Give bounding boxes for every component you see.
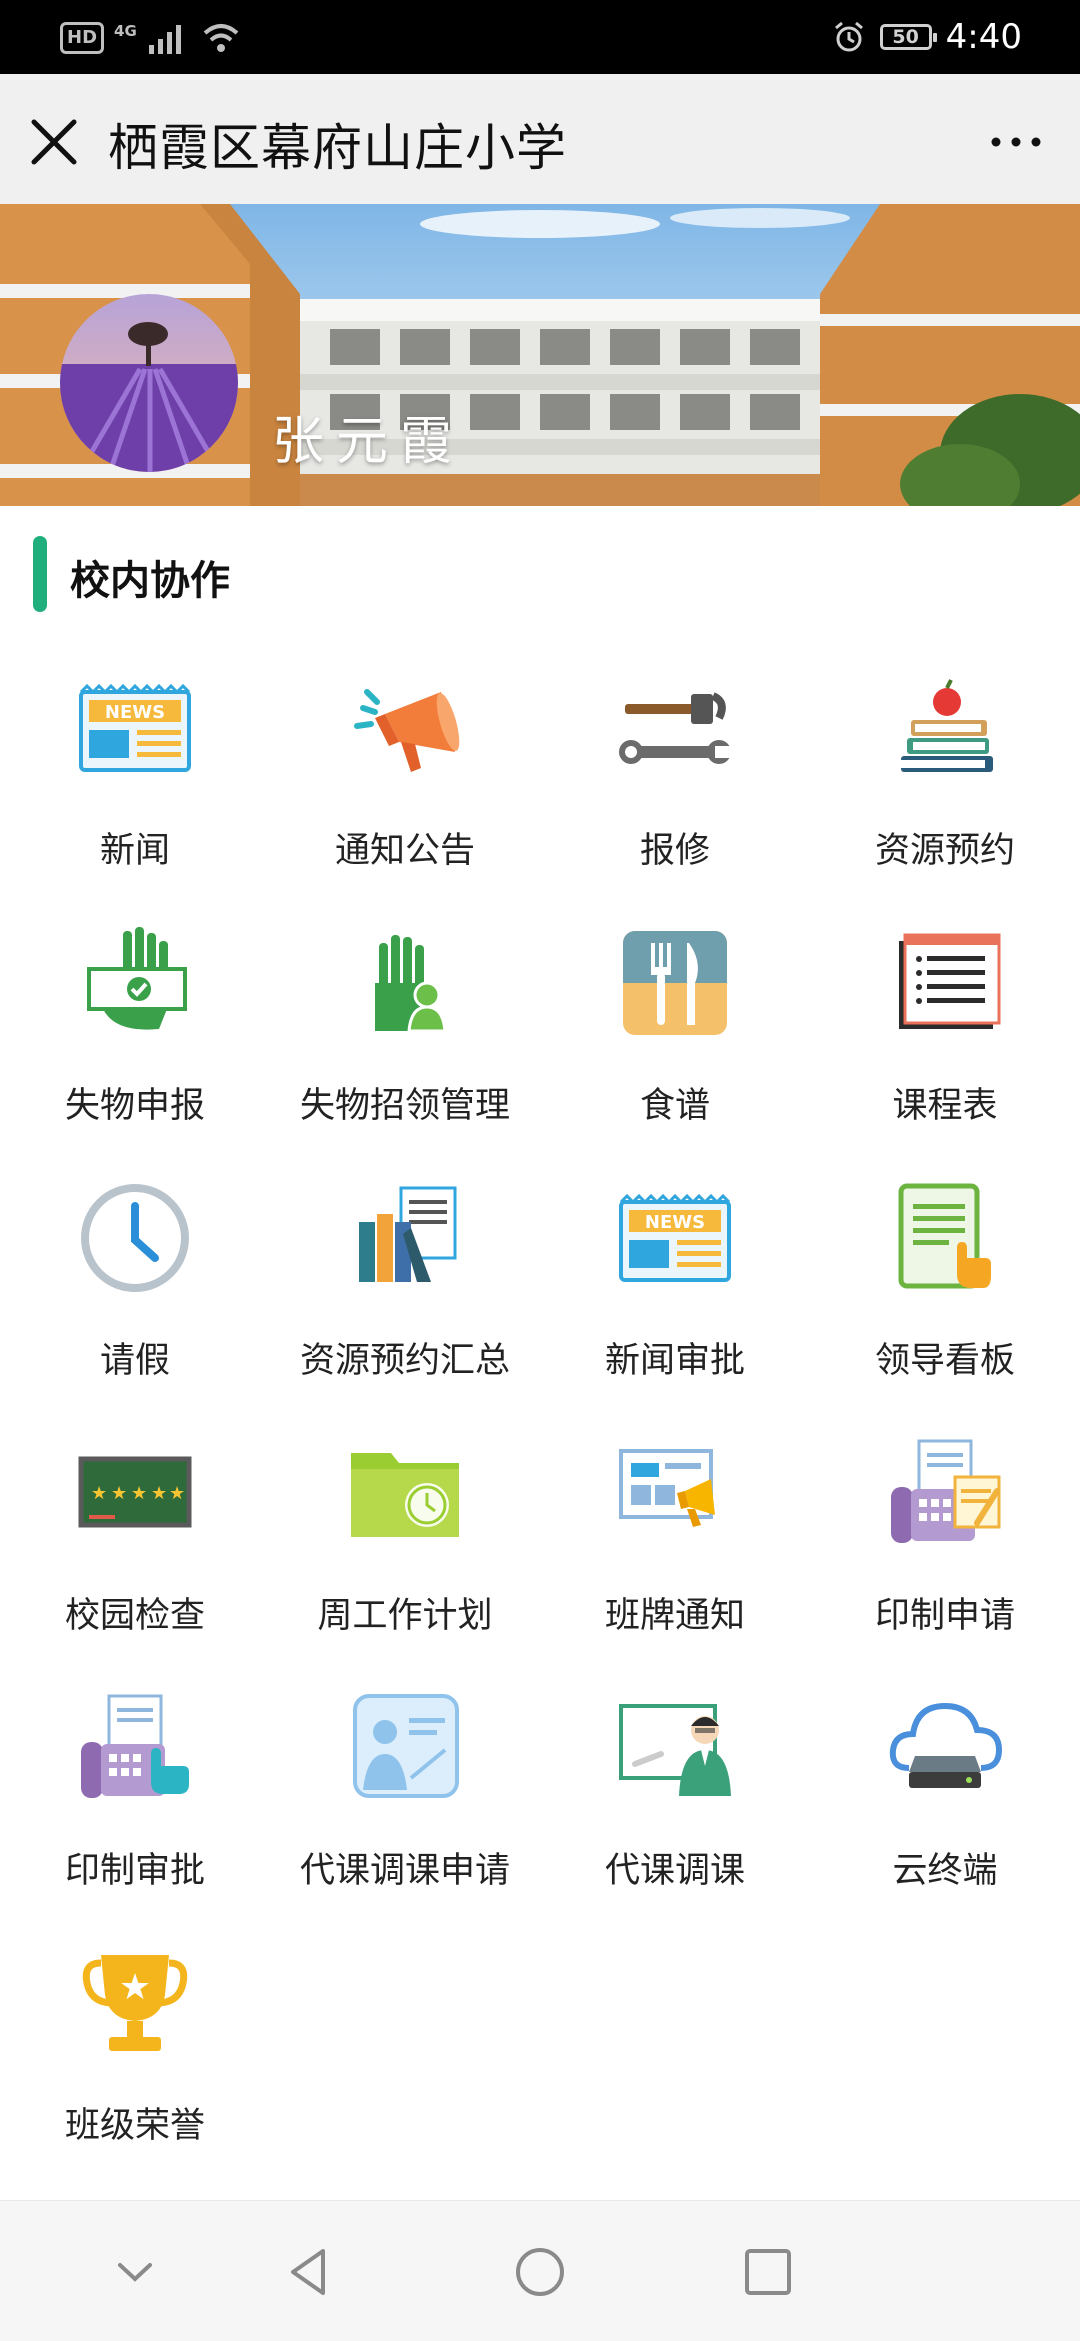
app-tile-menu[interactable]: 食谱 <box>540 905 810 1160</box>
signal-icon <box>148 25 181 54</box>
clock-icon <box>81 1184 189 1292</box>
hand-check-icon <box>87 927 187 1030</box>
app-label: 领导看板 <box>874 1341 1015 1381</box>
app-label: 课程表 <box>892 1086 998 1126</box>
app-tile-resource-booking[interactable]: 资源预约 <box>810 650 1080 905</box>
section-header: 校内协作 <box>0 506 1080 642</box>
status-left: HD 4G <box>60 18 241 58</box>
home-circle-icon[interactable] <box>505 2237 575 2307</box>
app-label: 印制申请 <box>874 1596 1015 1636</box>
avatar[interactable] <box>60 294 238 472</box>
close-icon[interactable] <box>26 114 82 170</box>
binders-document-icon <box>359 1186 457 1282</box>
back-triangle-icon[interactable] <box>275 2237 345 2307</box>
user-name: 张元霞 <box>272 412 465 472</box>
app-label: 代课调课申请 <box>299 1851 510 1891</box>
app-label: 资源预约汇总 <box>299 1341 510 1381</box>
app-tile-substitute[interactable]: 代课调课 <box>540 1670 810 1925</box>
app-tile-news-approval[interactable]: NEWS 新闻审批 <box>540 1160 810 1415</box>
app-label: 周工作计划 <box>317 1596 493 1636</box>
cloud-drive-icon <box>889 1702 1003 1788</box>
svg-text:NEWS: NEWS <box>645 1212 705 1233</box>
teacher-board-icon <box>619 1704 731 1796</box>
section-accent-bar <box>33 536 47 612</box>
clock: 4:40 <box>945 17 1022 57</box>
alarm-icon <box>834 21 863 52</box>
app-tile-campus-inspection[interactable]: ★ ★ ★ ★ ★ 校园检查 <box>0 1415 270 1670</box>
app-tile-weekly-plan[interactable]: 周工作计划 <box>270 1415 540 1670</box>
fax-touch-icon <box>81 1694 189 1798</box>
recents-square-icon[interactable] <box>733 2237 803 2307</box>
repair-tools-icon <box>619 692 731 764</box>
news-icon: NEWS <box>79 683 191 772</box>
svg-text:★: ★ <box>119 1967 151 2008</box>
section-title: 校内协作 <box>70 558 230 604</box>
app-label: 代课调课 <box>604 1851 745 1891</box>
app-label: 请假 <box>99 1341 170 1381</box>
hand-person-icon <box>375 935 447 1033</box>
network-type: 4G <box>114 22 137 40</box>
battery-indicator: 50 <box>879 24 937 50</box>
app-tile-lost-found-manage[interactable]: 失物招领管理 <box>270 905 540 1160</box>
app-tile-print-request[interactable]: 印制申请 <box>810 1415 1080 1670</box>
svg-text:★: ★ <box>169 1483 185 1504</box>
app-tile-substitute-request[interactable]: 代课调课申请 <box>270 1670 540 1925</box>
app-tile-leader-board[interactable]: 领导看板 <box>810 1160 1080 1415</box>
app-label: 班牌通知 <box>604 1596 745 1636</box>
app-label: 报修 <box>639 831 710 871</box>
fork-knife-icon <box>623 931 727 1035</box>
app-label: 食谱 <box>639 1086 710 1126</box>
app-tile-news[interactable]: NEWS 新闻 <box>0 650 270 905</box>
app-label: 印制审批 <box>64 1851 205 1891</box>
app-label: 云终端 <box>892 1851 998 1891</box>
profile-banner: 张元霞 <box>0 204 1080 506</box>
svg-text:★: ★ <box>151 1483 167 1504</box>
fax-document-icon <box>891 1439 1001 1543</box>
schedule-list-icon <box>899 933 1001 1029</box>
star-board-icon: ★ ★ ★ ★ ★ <box>78 1456 192 1528</box>
app-label: 新闻 <box>99 831 170 871</box>
app-tile-leave[interactable]: 请假 <box>0 1160 270 1415</box>
app-label: 失物申报 <box>64 1086 205 1126</box>
title-bar: 栖霞区幕府山庄小学 <box>0 74 1080 204</box>
news-icon: NEWS <box>619 1193 731 1282</box>
tablet-touch-icon <box>898 1183 991 1289</box>
svg-text:★: ★ <box>91 1483 107 1504</box>
app-label: 班级荣誉 <box>64 2106 205 2146</box>
app-tile-timetable[interactable]: 课程表 <box>810 905 1080 1160</box>
more-options-icon[interactable] <box>986 122 1046 162</box>
app-label: 失物招领管理 <box>299 1086 510 1126</box>
status-right: 50 4:40 <box>832 14 1022 60</box>
status-bar: HD 4G 50 4:40 <box>0 0 1080 74</box>
app-tile-notice[interactable]: 通知公告 <box>270 650 540 905</box>
display-megaphone-icon <box>619 1449 715 1527</box>
lavender-field-image <box>60 294 238 472</box>
app-tile-lost-report[interactable]: 失物申报 <box>0 905 270 1160</box>
svg-text:★: ★ <box>131 1483 147 1504</box>
down-chevron-icon[interactable] <box>100 2237 170 2307</box>
books-apple-icon <box>901 679 993 772</box>
app-tile-class-honor[interactable]: ★ 班级荣誉 <box>0 1925 270 2180</box>
person-card-icon <box>353 1694 459 1798</box>
svg-text:★: ★ <box>111 1483 127 1504</box>
app-tile-cloud-terminal[interactable]: 云终端 <box>810 1670 1080 1925</box>
app-tile-resource-summary[interactable]: 资源预约汇总 <box>270 1160 540 1415</box>
app-label: 通知公告 <box>334 831 475 871</box>
megaphone-icon <box>354 689 460 772</box>
hd-badge: HD <box>60 22 105 54</box>
app-label: 新闻审批 <box>604 1341 745 1381</box>
svg-text:NEWS: NEWS <box>105 702 165 723</box>
page-title: 栖霞区幕府山庄小学 <box>108 119 567 177</box>
app-label: 资源预约 <box>874 831 1015 871</box>
system-nav-bar <box>0 2200 1080 2341</box>
folder-clock-icon <box>351 1453 459 1537</box>
app-tile-class-sign-notice[interactable]: 班牌通知 <box>540 1415 810 1670</box>
app-tile-repair[interactable]: 报修 <box>540 650 810 905</box>
app-tile-print-approval[interactable]: 印制审批 <box>0 1670 270 1925</box>
trophy-icon: ★ <box>82 1955 188 2051</box>
wifi-icon <box>203 24 239 52</box>
app-label: 校园检查 <box>64 1596 205 1636</box>
